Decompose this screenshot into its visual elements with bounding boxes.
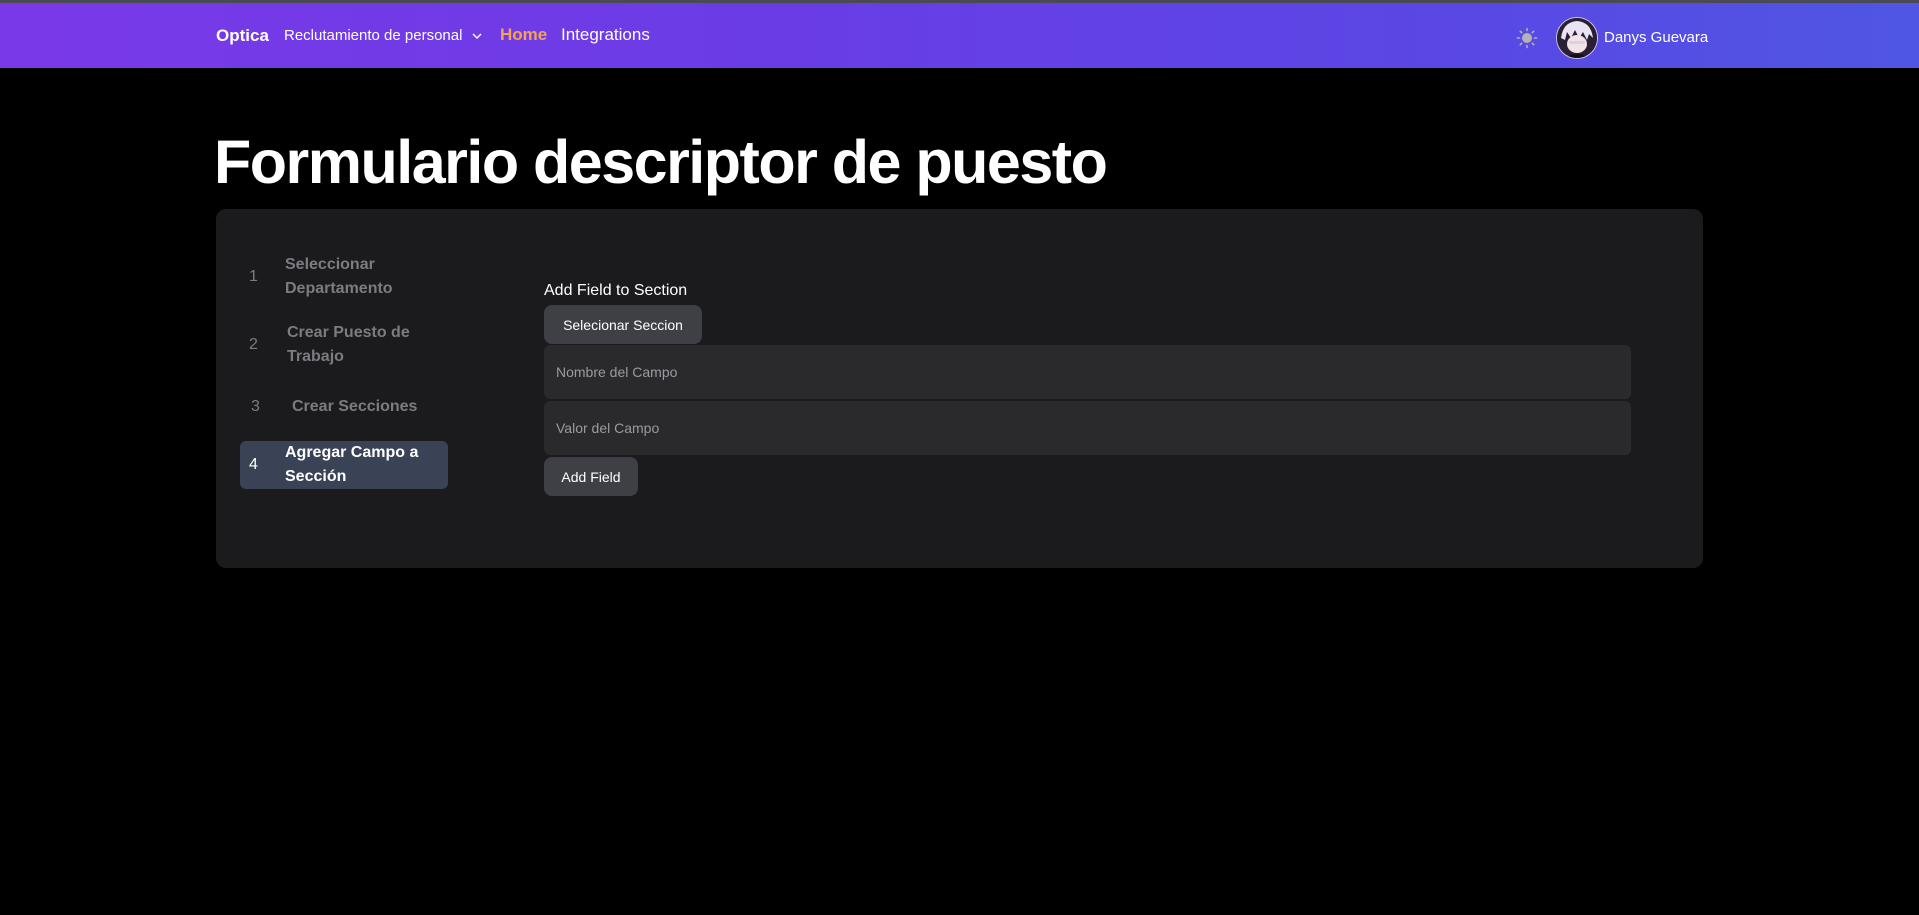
department-dropdown[interactable]: Reclutamiento de personal	[284, 27, 484, 44]
step-label: Seleccionar Departamento	[285, 256, 393, 297]
step-label: Agregar Campo a Sección	[285, 444, 419, 485]
brand-logo[interactable]: Optica	[216, 26, 269, 46]
avatar-image	[1557, 18, 1597, 58]
nav-link-home[interactable]: Home	[500, 25, 547, 45]
user-avatar[interactable]	[1556, 17, 1598, 59]
department-dropdown-label: Reclutamiento de personal	[284, 27, 463, 44]
select-section-button[interactable]: Selecionar Seccion	[544, 305, 702, 344]
step-label: Crear Puesto de Trabajo	[287, 324, 410, 365]
step-number: 4	[249, 456, 258, 473]
step-number: 3	[251, 398, 260, 415]
page-title: Formulario descriptor de puesto	[214, 128, 1108, 196]
step-number: 1	[249, 268, 258, 285]
chevron-down-icon	[472, 32, 482, 39]
add-field-button[interactable]: Add Field	[544, 457, 638, 496]
step-1-select-department[interactable]: 1 Seleccionar Departamento	[240, 252, 448, 302]
step-number: 2	[249, 336, 258, 353]
top-navbar: Optica Reclutamiento de personal Home In…	[0, 3, 1919, 68]
field-name-input[interactable]	[544, 345, 1631, 399]
step-2-create-position[interactable]: 2 Crear Puesto de Trabajo	[240, 320, 448, 370]
step-label: Crear Secciones	[292, 398, 418, 415]
step-3-create-sections[interactable]: 3 Crear Secciones	[240, 389, 448, 425]
form-heading: Add Field to Section	[544, 282, 688, 299]
user-name[interactable]: Danys Guevara	[1604, 29, 1708, 46]
step-4-add-field[interactable]: 4 Agregar Campo a Sección	[240, 441, 448, 489]
field-value-input[interactable]	[544, 401, 1631, 455]
sun-icon[interactable]	[1516, 27, 1538, 49]
nav-link-integrations[interactable]: Integrations	[561, 25, 650, 45]
